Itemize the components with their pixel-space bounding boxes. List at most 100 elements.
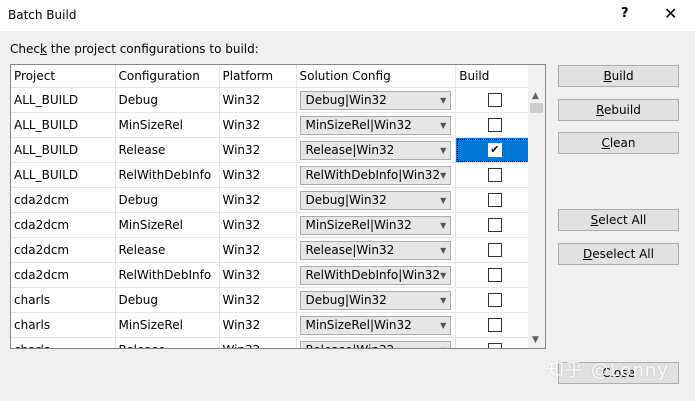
solution-config-dropdown[interactable]: Debug|Win32 ▼ xyxy=(299,290,452,310)
configuration-cell: MinSizeRel xyxy=(115,112,220,138)
solution-config-cell: RelWithDebInfo|Win32 ▼ xyxy=(296,262,457,288)
solution-config-dropdown[interactable]: Release|Win32 ▼ xyxy=(299,140,452,160)
solution-config-dropdown[interactable]: Release|Win32 ▼ xyxy=(299,340,452,348)
platform-cell: Win32 xyxy=(219,187,297,213)
build-checkbox[interactable] xyxy=(487,93,502,108)
table-row[interactable]: charls MinSizeRel Win32 MinSizeRel|Win32 ▼ xyxy=(11,312,535,338)
column-header-configuration[interactable]: Configuration xyxy=(115,65,220,88)
chevron-down-icon: ▼ xyxy=(440,245,447,255)
project-cell: charls xyxy=(11,287,116,313)
table-row[interactable]: charls Debug Win32 Debug|Win32 ▼ xyxy=(11,287,535,313)
solution-config-dropdown[interactable]: MinSizeRel|Win32 ▼ xyxy=(299,315,452,335)
solution-config-cell: MinSizeRel|Win32 ▼ xyxy=(296,112,457,138)
build-checkbox[interactable] xyxy=(487,118,502,133)
help-icon[interactable]: ? xyxy=(621,6,629,21)
build-checkbox[interactable] xyxy=(487,343,502,348)
platform-cell: Win32 xyxy=(219,212,297,238)
column-header-platform[interactable]: Platform xyxy=(219,65,297,88)
configuration-cell: Debug xyxy=(115,187,220,213)
platform-cell: Win32 xyxy=(219,137,297,163)
configurations-grid[interactable]: Project Configuration Platform Solution … xyxy=(10,64,546,349)
table-row[interactable]: cda2dcm MinSizeRel Win32 MinSizeRel|Win32 ▼ xyxy=(11,212,535,238)
build-checkbox[interactable] xyxy=(487,193,502,208)
solution-config-dropdown[interactable]: RelWithDebInfo|Win32 ▼ xyxy=(299,165,452,185)
solution-config-cell: Debug|Win32 ▼ xyxy=(296,187,457,213)
table-row[interactable]: cda2dcm RelWithDebInfo Win32 RelWithDebInfo… xyxy=(11,262,535,288)
table-row[interactable]: cda2dcm Debug Win32 Debug|Win32 ▼ xyxy=(11,187,535,213)
build-checkbox[interactable]: ✔ xyxy=(487,143,502,158)
configuration-cell: Release xyxy=(115,337,220,348)
table-row[interactable]: ALL_BUILD MinSizeRel Win32 MinSizeRel|Win32… xyxy=(11,112,535,138)
rebuild-button[interactable]: Rebuild xyxy=(558,99,679,121)
solution-config-cell: Debug|Win32 ▼ xyxy=(296,287,457,313)
solution-config-value: MinSizeRel|Win32 xyxy=(305,118,412,132)
watermark-text: 知乎 @Lonny xyxy=(546,360,669,381)
build-button[interactable]: Build xyxy=(558,65,679,87)
platform-cell: Win32 xyxy=(219,287,297,313)
vertical-scrollbar[interactable]: ▲ ▼ xyxy=(528,65,545,348)
column-header-project[interactable]: Project xyxy=(11,65,116,88)
configuration-cell: RelWithDebInfo xyxy=(115,262,220,288)
configuration-cell: MinSizeRel xyxy=(115,312,220,338)
table-row[interactable]: charlsReleaseWin32 Release|Win32 ▼ xyxy=(11,337,535,348)
solution-config-dropdown[interactable]: Release|Win32 ▼ xyxy=(299,240,452,260)
project-cell: ALL_BUILD xyxy=(11,87,116,113)
solution-config-dropdown[interactable]: MinSizeRel|Win32 ▼ xyxy=(299,215,452,235)
scrollbar-thumb[interactable] xyxy=(530,103,543,113)
close-icon[interactable]: ✕ xyxy=(664,4,677,23)
scroll-down-icon[interactable]: ▼ xyxy=(532,335,539,345)
table-body: ALL_BUILD Debug Win32 Debug|Win32 ▼ ALL_BUILD… xyxy=(11,87,535,348)
build-cell xyxy=(455,87,535,113)
solution-config-cell: RelWithDebInfo|Win32 ▼ xyxy=(296,162,457,188)
build-checkbox[interactable] xyxy=(487,318,502,333)
build-cell xyxy=(455,212,535,238)
scroll-up-icon[interactable]: ▲ xyxy=(532,91,539,101)
solution-config-cell: Debug|Win32 ▼ xyxy=(296,87,457,113)
build-checkbox[interactable] xyxy=(487,218,502,233)
configurations-table: Project Configuration Platform Solution … xyxy=(11,65,535,348)
build-cell xyxy=(455,287,535,313)
solution-config-cell: Release|Win32 ▼ xyxy=(296,237,457,263)
project-cell: cda2dcm xyxy=(11,187,116,213)
build-checkbox[interactable] xyxy=(487,168,502,183)
instruction-label: Check the project configurations to buil… xyxy=(10,42,259,56)
project-cell: ALL_BUILD xyxy=(11,112,116,138)
chevron-down-icon: ▼ xyxy=(440,220,447,230)
chevron-down-icon: ▼ xyxy=(440,145,447,155)
platform-cell: Win32 xyxy=(219,262,297,288)
build-checkbox[interactable] xyxy=(487,243,502,258)
select-all-button[interactable]: Select All xyxy=(558,209,679,231)
table-row[interactable]: ALL_BUILD Debug Win32 Debug|Win32 ▼ xyxy=(11,87,535,113)
platform-cell: Win32 xyxy=(219,312,297,338)
solution-config-value: Debug|Win32 xyxy=(305,193,387,207)
solution-config-value: RelWithDebInfo|Win32 xyxy=(305,168,441,182)
build-cell xyxy=(455,337,535,348)
solution-config-dropdown[interactable]: RelWithDebInfo|Win32 ▼ xyxy=(299,265,452,285)
title-bar: Batch Build ? ✕ xyxy=(0,0,695,31)
clean-button[interactable]: Clean xyxy=(558,132,679,154)
solution-config-value: MinSizeRel|Win32 xyxy=(305,318,412,332)
solution-config-dropdown[interactable]: MinSizeRel|Win32 ▼ xyxy=(299,115,452,135)
build-checkbox[interactable] xyxy=(487,293,502,308)
build-cell xyxy=(455,187,535,213)
solution-config-value: Debug|Win32 xyxy=(305,293,387,307)
table-row[interactable]: ALL_BUILD RelWithDebInfo Win32 RelWithDebIn… xyxy=(11,162,535,188)
solution-config-cell: Release|Win32 ▼ xyxy=(296,337,457,348)
configuration-cell: Debug xyxy=(115,87,220,113)
table-row[interactable]: ALL_BUILD Release Win32 Release|Win32 ▼ ✔ xyxy=(11,137,535,163)
chevron-down-icon: ▼ xyxy=(440,95,447,105)
column-header-build[interactable]: Build xyxy=(455,65,535,88)
project-cell: charls xyxy=(11,337,116,348)
configuration-cell: Release xyxy=(115,137,220,163)
solution-config-dropdown[interactable]: Debug|Win32 ▼ xyxy=(299,90,452,110)
table-row[interactable]: cda2dcm Release Win32 Release|Win32 ▼ xyxy=(11,237,535,263)
platform-cell: Win32 xyxy=(219,87,297,113)
build-checkbox[interactable] xyxy=(487,268,502,283)
column-header-solution-config[interactable]: Solution Config xyxy=(296,65,457,88)
build-cell xyxy=(455,237,535,263)
window-title: Batch Build xyxy=(8,8,77,22)
build-cell xyxy=(455,262,535,288)
solution-config-dropdown[interactable]: Debug|Win32 ▼ xyxy=(299,190,452,210)
deselect-all-button[interactable]: Deselect All xyxy=(558,243,679,265)
platform-cell: Win32 xyxy=(219,112,297,138)
